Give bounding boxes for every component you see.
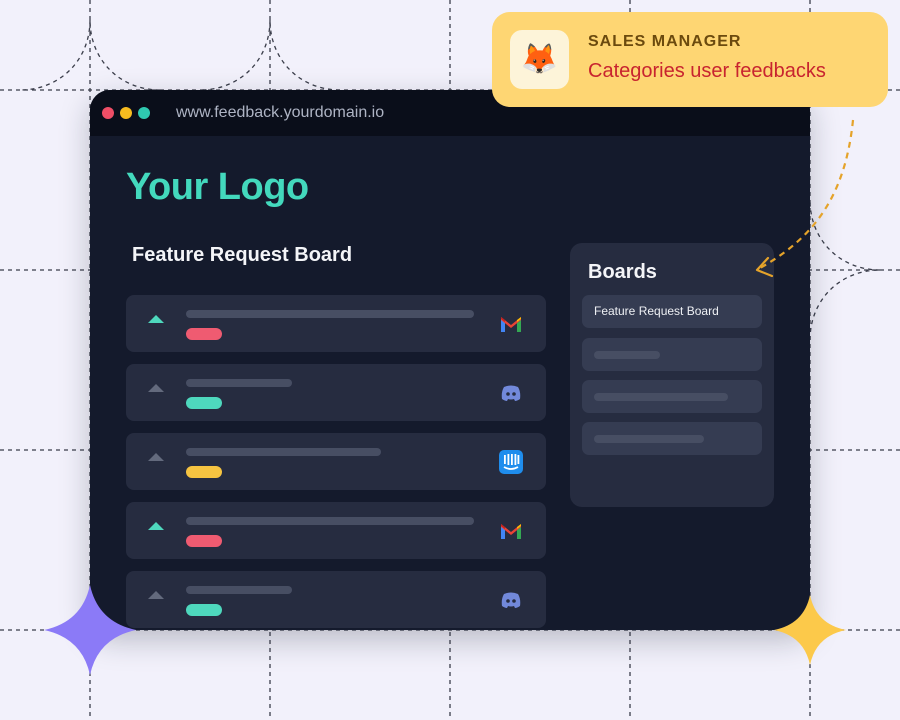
minimize-dot[interactable] [120, 107, 132, 119]
feedback-card[interactable] [126, 571, 546, 628]
address-bar-url[interactable]: www.feedback.yourdomain.io [176, 104, 384, 122]
feedback-text-placeholder [186, 379, 292, 387]
feedback-card[interactable] [126, 295, 546, 352]
feedback-card[interactable] [126, 364, 546, 421]
intercom-icon [499, 450, 523, 474]
board-item[interactable] [582, 422, 762, 455]
feedback-text-placeholder [186, 310, 474, 318]
board-item-placeholder [594, 393, 728, 401]
browser-window: www.feedback.yourdomain.io Your Logo Fea… [90, 90, 810, 630]
board-item[interactable] [582, 338, 762, 371]
discord-icon [501, 592, 521, 608]
category-tag [186, 466, 222, 478]
note-text: Categories user feedbacks [588, 60, 826, 82]
upvote-arrow-icon[interactable] [148, 591, 164, 599]
upvote-arrow-icon[interactable] [148, 453, 164, 461]
logo-text: Your Logo [126, 166, 309, 208]
gmail-icon [501, 524, 521, 539]
category-tag [186, 604, 222, 616]
close-dot[interactable] [102, 107, 114, 119]
fox-avatar-icon: 🦊 [510, 30, 569, 89]
category-tag [186, 328, 222, 340]
board-item-feature-request[interactable]: Feature Request Board [582, 295, 762, 328]
maximize-dot[interactable] [138, 107, 150, 119]
discord-icon [501, 385, 521, 401]
feedback-text-placeholder [186, 448, 381, 456]
sales-manager-note: 🦊 SALES MANAGER Categories user feedback… [492, 12, 888, 107]
feedback-text-placeholder [186, 586, 292, 594]
feature-board-title: Feature Request Board [132, 244, 353, 266]
upvote-arrow-icon[interactable] [148, 384, 164, 392]
board-item[interactable] [582, 380, 762, 413]
category-tag [186, 535, 222, 547]
feedback-text-placeholder [186, 517, 474, 525]
board-item-placeholder [594, 435, 704, 443]
upvote-arrow-icon[interactable] [148, 522, 164, 530]
feedback-card[interactable] [126, 502, 546, 559]
board-item-label: Feature Request Board [594, 304, 719, 318]
boards-panel: Boards Feature Request Board [570, 243, 774, 507]
gmail-icon [501, 317, 521, 332]
boards-title: Boards [588, 261, 657, 283]
category-tag [186, 397, 222, 409]
note-role: SALES MANAGER [588, 33, 742, 50]
board-item-placeholder [594, 351, 660, 359]
upvote-arrow-icon[interactable] [148, 315, 164, 323]
feedback-card[interactable] [126, 433, 546, 490]
